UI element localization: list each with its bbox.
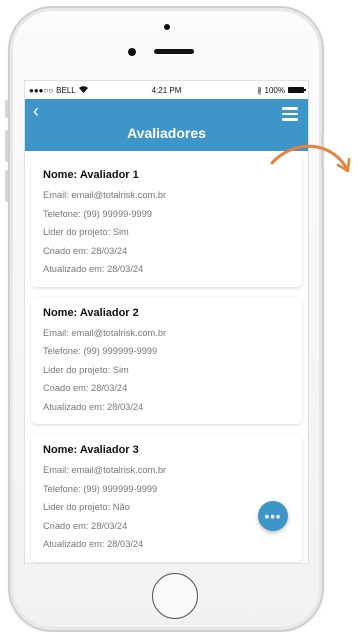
front-camera <box>164 24 170 30</box>
evaluator-updated: Atualizado em: 28/03/24 <box>43 401 144 412</box>
page-title: Avaliadores <box>127 125 206 141</box>
evaluator-name: Nome: Avaliador 1 <box>43 169 139 181</box>
status-time: 4:21 PM <box>151 85 182 95</box>
evaluator-card[interactable]: Nome: Avaliador 3 Email: email@totalrisk… <box>31 434 302 562</box>
evaluator-card[interactable]: Nome: Avaliador 1 Email: email@totalrisk… <box>31 159 302 287</box>
evaluator-created: Criado em: 28/03/24 <box>43 520 128 531</box>
status-bar: ●●●○○ BELL 4:21 PM ∦ 100% <box>25 81 308 99</box>
evaluator-phone: Telefone: (99) 999999-9999 <box>43 483 158 494</box>
back-chevron-icon[interactable]: ‹ <box>33 101 39 122</box>
volume-down-button <box>5 170 8 202</box>
evaluator-phone: Telefone: (99) 99999-9999 <box>43 208 153 219</box>
evaluator-updated: Atualizado em: 28/03/24 <box>43 539 144 549</box>
evaluator-phone: Telefone: (99) 999999-9999 <box>43 346 158 356</box>
annotation-arrow-icon <box>270 144 351 173</box>
sensor-dot <box>128 48 136 56</box>
evaluator-updated: Atualizado em: 28/03/24 <box>43 264 144 274</box>
evaluator-created: Criado em: 28/03/24 <box>43 383 128 393</box>
more-options-button[interactable]: ••• <box>258 501 288 531</box>
evaluator-leader: Lider do projeto: Não <box>43 502 130 512</box>
evaluator-name: Nome: Avaliador 3 <box>43 444 139 456</box>
earpiece-speaker <box>154 49 194 54</box>
home-button[interactable] <box>152 573 198 619</box>
evaluator-email: Email: email@totalrisk.com.br <box>43 190 167 200</box>
evaluator-leader: Lider do projeto: Sim <box>43 364 129 375</box>
evaluator-card[interactable]: Nome: Avaliador 2 Email: email@totalrisk… <box>31 296 302 424</box>
battery-icon <box>288 87 306 93</box>
evaluator-name: Nome: Avaliador 2 <box>43 306 139 319</box>
evaluator-email: Email: email@totalrisk.com.br <box>43 327 167 338</box>
volume-up-button <box>5 130 8 162</box>
app-screen: ●●●○○ BELL 4:21 PM ∦ 100% ‹ Avaliadores … <box>24 80 309 564</box>
hamburger-menu-icon[interactable] <box>282 107 298 124</box>
more-options-icon: ••• <box>264 508 282 524</box>
mute-switch <box>5 100 8 118</box>
evaluator-leader: Lider do projeto: Sim <box>43 227 129 237</box>
app-header: ‹ Avaliadores <box>25 99 308 151</box>
evaluator-email: Email: email@totalrisk.com.br <box>43 465 167 475</box>
evaluator-created: Criado em: 28/03/24 <box>43 245 128 256</box>
evaluators-list: Nome: Avaliador 1 Email: email@totalrisk… <box>25 151 308 562</box>
